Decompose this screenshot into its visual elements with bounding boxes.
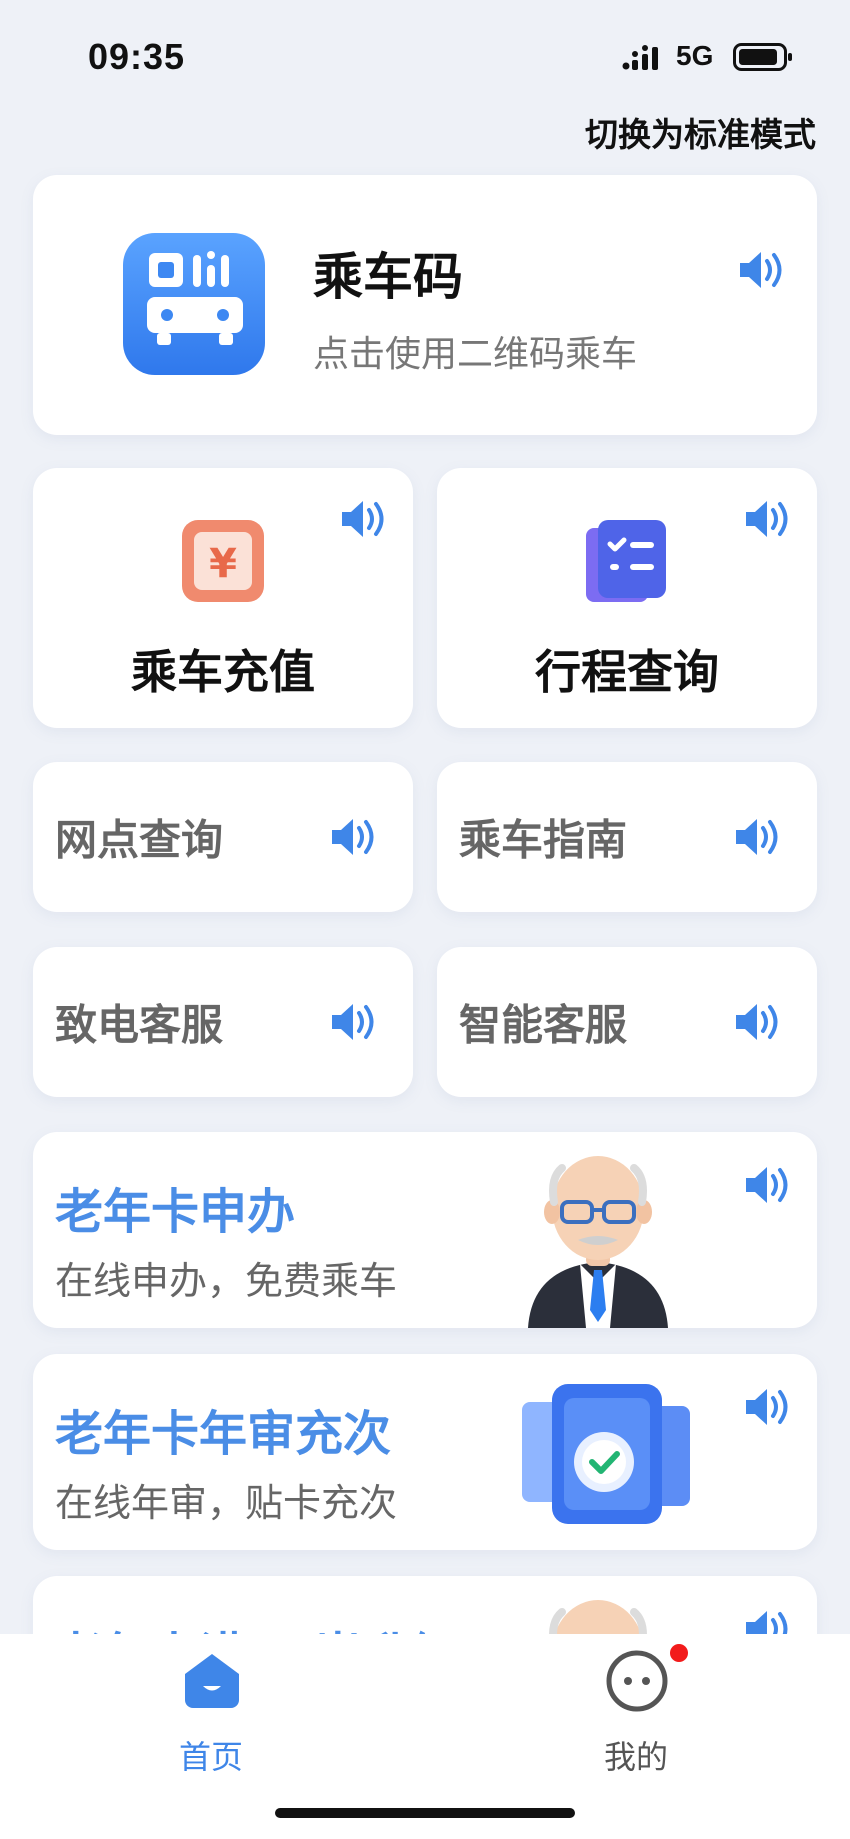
- tile-trip-query[interactable]: 行程查询: [437, 468, 817, 728]
- battery-icon: [733, 43, 792, 71]
- home-icon: [185, 1654, 239, 1708]
- tile-smart-service[interactable]: 智能客服: [437, 947, 817, 1097]
- home-indicator: [275, 1808, 575, 1818]
- speaker-icon[interactable]: [735, 245, 785, 295]
- status-time: 09:35: [88, 36, 186, 77]
- ride-code-card[interactable]: 乘车码 点击使用二维码乘车: [33, 175, 817, 435]
- tab-home-label: 首页: [178, 1738, 243, 1776]
- elderly-man-illustration: [528, 1156, 668, 1328]
- tile-recharge[interactable]: ¥ 乘车充值: [33, 468, 413, 728]
- speaker-icon[interactable]: [731, 812, 781, 862]
- tab-mine[interactable]: 我的: [536, 1634, 736, 1784]
- tile-ride-guide[interactable]: 乘车指南: [437, 762, 817, 912]
- speaker-icon[interactable]: [327, 812, 377, 862]
- speaker-icon[interactable]: [337, 494, 387, 544]
- yuan-card-icon: ¥: [182, 520, 264, 602]
- tile-smart-service-label: 智能客服: [459, 1000, 628, 1050]
- face-icon: [606, 1650, 668, 1712]
- tile-ride-guide-label: 乘车指南: [459, 815, 628, 865]
- tile-trip-query-label: 行程查询: [535, 645, 719, 699]
- notification-badge: [670, 1644, 688, 1662]
- tile-call-service-label: 致电客服: [55, 1000, 224, 1050]
- promo-subtitle: 在线申办，免费乘车: [55, 1259, 398, 1303]
- tile-outlet-query[interactable]: 网点查询: [33, 762, 413, 912]
- svg-text:¥: ¥: [209, 541, 237, 587]
- promo-senior-card-apply[interactable]: 老年卡申办 在线申办，免费乘车: [33, 1132, 817, 1328]
- speaker-icon[interactable]: [741, 1160, 791, 1210]
- bus-qr-icon: [123, 233, 265, 375]
- status-bar: 09:35 5G: [0, 0, 850, 110]
- signal-icon: [622, 45, 658, 70]
- speaker-icon[interactable]: [741, 1382, 791, 1432]
- tile-outlet-query-label: 网点查询: [55, 815, 224, 865]
- speaker-icon[interactable]: [327, 997, 377, 1047]
- promo-title: 老年卡申办: [55, 1184, 296, 1240]
- promo-senior-card-review[interactable]: 老年卡年审充次 在线年审，贴卡充次: [33, 1354, 817, 1550]
- promo-title: 老年卡年审充次: [55, 1406, 392, 1462]
- document-checklist-icon: [586, 520, 666, 602]
- tab-mine-label: 我的: [603, 1738, 668, 1776]
- tab-home[interactable]: 首页: [111, 1634, 311, 1784]
- tile-recharge-label: 乘车充值: [131, 645, 315, 699]
- network-type: 5G: [676, 40, 714, 71]
- switch-standard-mode-link[interactable]: 切换为标准模式: [585, 108, 816, 156]
- speaker-icon[interactable]: [741, 494, 791, 544]
- card-check-illustration: [522, 1384, 690, 1524]
- speaker-icon[interactable]: [731, 997, 781, 1047]
- tile-call-service[interactable]: 致电客服: [33, 947, 413, 1097]
- ride-code-title: 乘车码: [313, 248, 463, 306]
- ride-code-subtitle: 点击使用二维码乘车: [313, 334, 638, 375]
- promo-subtitle: 在线年审，贴卡充次: [55, 1481, 398, 1525]
